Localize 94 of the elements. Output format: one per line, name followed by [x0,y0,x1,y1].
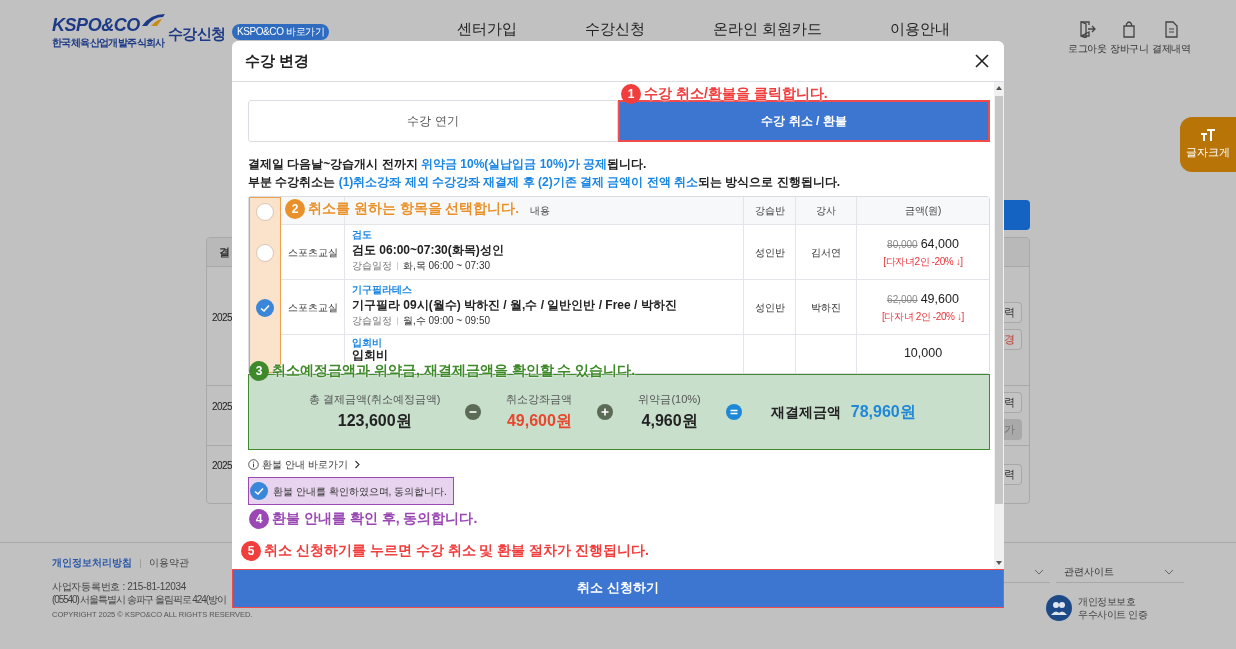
table-cell-text: 스포츠교실 [287,245,338,260]
nav-link[interactable]: 센터가입 [457,20,518,38]
checkbox[interactable] [250,482,268,500]
schedule-label: 강습일정 [352,259,392,273]
table-cell-text: 박하진 [811,300,841,315]
row-button[interactable]: 력 [1004,464,1022,485]
summary-label: 총 결제금액(취소예정금액) [309,391,441,407]
certification-text: 개인정보보호 [1078,595,1137,608]
category-label: 검도 [352,229,372,241]
price-text: 49,600 [920,290,959,308]
notice-text: 결제일 다음날~강습개시 전까지 위약금 10%(실납입금 10%)가 공제됩니다. [248,156,648,173]
row-button[interactable]: 력 [1004,391,1022,413]
site-title: 수강신청 [167,24,226,44]
column-header: 결 [219,244,230,260]
chevron-down-icon [1034,568,1044,575]
notice-text: 부분 수강취소는 (1)취소강좌 제외 수강강좌 재결제 후 (2)기존 결제 금액이 전액 취소되는 방식으로 진행됩니다. [248,174,842,191]
checkbox[interactable] [256,202,274,221]
nav-link[interactable]: 이용안내 [890,20,951,38]
nav-link[interactable]: 수강신청 [585,20,646,38]
table-cell-text: 성인반 [754,245,785,260]
summary-amount: 49,600원 [506,411,572,432]
price-text: 64,000 [920,235,959,253]
annotation-text: 취소 신청하기를 누르면 수강 취소 및 환불 절차가 진행됩니다. [264,541,649,560]
date-text: 2025 [212,400,232,414]
certification-text: 우수사이트 인증 [1078,608,1148,621]
address-text: (05540) 서울특별시 송파구 올림픽로 424(방이 [52,593,227,607]
dropdown-field[interactable]: 관련사이트 [1056,561,1184,583]
summary-amount: 78,960원 [850,402,916,422]
submit-button[interactable]: 취소 신청하기 [232,569,1004,608]
equals-icon [725,404,742,420]
close-button[interactable] [974,53,990,69]
course-title: 기구필라 09시(월수) 박하진 / 월,수 / 일반인반 / Free / 박하진 [352,297,677,314]
chevron-right-icon [353,459,361,469]
discount-text: [다자녀2인 -20% ↓] [883,255,963,270]
exit-door-icon [1078,20,1096,38]
utility-button[interactable]: 로그아웃 [1066,20,1108,56]
business-number: 사업자등록번호 : 215-81-12034 [52,580,187,594]
column-header: 내용 [530,204,550,218]
shopping-bag-icon [1120,20,1138,38]
footer-link[interactable]: 개인정보처리방침 [52,556,132,571]
table-cell-text: 김서연 [811,245,841,260]
footer-link[interactable]: 이용약관 [149,556,189,571]
plus-icon [597,404,614,420]
column-header: 금액(원) [904,204,942,218]
minus-icon [465,404,482,420]
annotation-text: 환불 안내를 확인 후, 동의합니다. [272,509,478,528]
category-label: 기구필라테스 [352,284,412,296]
summary-label: 위약금(10%) [638,391,701,407]
utility-button[interactable]: 장바구니 [1108,20,1150,56]
course-title: 입회비 [352,349,388,362]
annotation-text: 수강 취소/환불을 클릭합니다. [644,84,828,103]
certification-seal-icon [1046,595,1072,621]
text-size-icon [1200,128,1216,141]
summary-amount: 123,600원 [337,411,412,432]
column-header: 강습반 [754,204,785,218]
utility-button[interactable]: 결제내역 [1150,20,1192,56]
chevron-down-icon [1164,568,1174,575]
schedule-text: 화,목 06:00 ~ 07:30 [403,259,490,273]
refund-guide-link[interactable]: 환불 안내 바로가기 [248,457,361,471]
discount-text: [다자녀 2인 -20% ↓] [882,310,964,325]
price-text: 10,000 [903,345,943,362]
table-cell-text: 성인반 [754,300,785,315]
schedule-label: 강습일정 [352,314,392,328]
table-cell-text: 스포츠교실 [287,300,338,315]
category-label: 입회비 [352,337,382,349]
annotation-text: 취소를 원하는 항목을 선택합니다. [308,200,519,218]
logo-wordmark: KSPO&CO [52,14,140,36]
date-text: 2025 [212,459,232,473]
original-price: 62,000 [887,292,918,307]
shortcut-badge[interactable]: KSPO&CO 바로가기 [231,24,330,40]
summary-label: 취소강좌금액 [506,391,573,407]
summary-amount: 4,960원 [641,411,698,432]
nav-link[interactable]: 온라인 회원카드 [713,20,823,38]
company-name: 한국체육산업개발주식회사 [52,36,166,49]
checkbox[interactable] [256,298,274,317]
course-title: 검도 06:00~07:30(화목)성인 [352,242,504,259]
info-icon [248,458,259,470]
checkbox[interactable] [256,243,274,262]
scroll-down-icon [996,561,1002,565]
agreement-checkbox[interactable]: 환불 안내를 확인하였으며, 동의합니다. [248,477,454,505]
swoosh-icon [139,12,166,28]
document-icon [1162,20,1180,38]
date-text: 2025 [212,310,232,325]
schedule-text: 월,수 09:00 ~ 09:50 [403,314,490,328]
font-size-button[interactable]: 글자크게 [1180,117,1236,172]
scroll-up-icon [996,86,1002,90]
tab[interactable]: 수강 연기 [248,100,618,142]
row-button[interactable]: 력 [1004,302,1022,323]
tab[interactable]: 수강 취소 / 환불 [618,100,990,142]
original-price: 80,000 [887,237,918,252]
column-header: 강사 [816,204,836,218]
modal-title: 수강 변경 [245,50,310,71]
summary-label: 재결제금액 [770,402,841,422]
close-icon [975,54,989,68]
